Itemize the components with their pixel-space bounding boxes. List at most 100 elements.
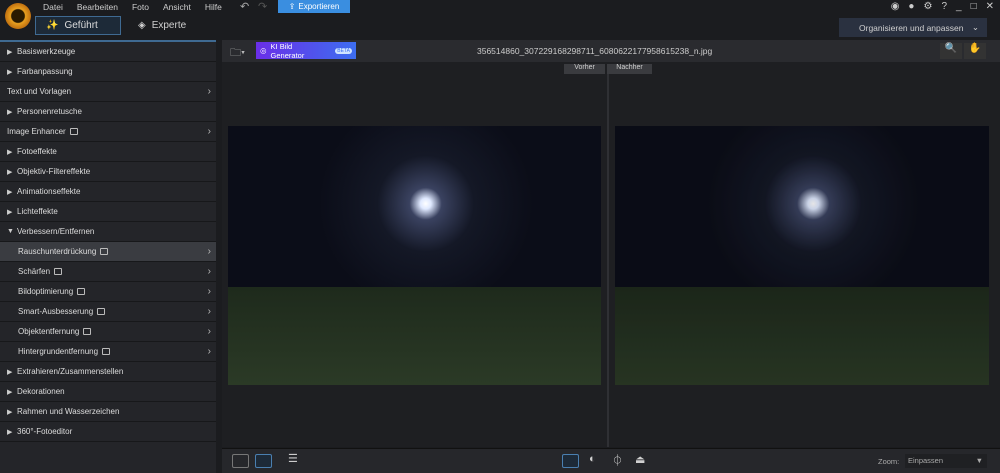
sidebar-item-label: Basiswerkzeuge [17,47,76,56]
expand-triangle-icon: ▶ [7,408,13,416]
sidebar-item-label: Animationseffekte [17,187,81,196]
expand-triangle-icon: ▶ [7,168,13,176]
sidebar-item-label: Dekorationen [17,387,65,396]
single-view-icon[interactable] [232,454,249,468]
sidebar-item-label: Rahmen und Wasserzeichen [17,407,120,416]
folder-icon[interactable]: 🗀▾ [230,44,245,63]
after-photo [615,126,989,385]
app-logo [5,3,31,29]
sidebar-item[interactable]: Image Enhancer › [0,122,216,142]
sidebar-item[interactable]: ▶ Farbanpassung [0,62,216,82]
chevron-right-icon: › [207,346,211,357]
sidebar-item-label: Image Enhancer [7,127,66,136]
expand-triangle-icon: ▶ [7,388,13,396]
compare-top-icon[interactable]: ⏏ [635,453,645,466]
split-horizontal-icon[interactable]: ⏀ [612,452,623,468]
menu-foto[interactable]: Foto [132,2,149,12]
mode-expert-tab[interactable]: ◈ Experte [128,16,196,35]
sidebar-item[interactable]: Text und Vorlagen › [0,82,216,102]
sidebar-item-label: Schärfen [18,267,51,276]
chevron-right-icon: › [207,326,211,337]
editor-toolbar: 🗀▾ ◎ KI Bild Generator BETA 356514860_3072… [222,40,1000,62]
sidebar-item[interactable]: ▶ Animationseffekte [0,182,216,202]
ai-feature-icon [54,268,63,275]
menu-ansicht[interactable]: Ansicht [163,2,191,12]
sidebar-item[interactable]: ▶ Fotoeffekte [0,142,216,162]
ai-feature-icon [83,328,92,335]
organize-dropdown[interactable]: Organisieren und anpassen ⌄ [839,18,987,37]
sidebar-item-label: Lichteffekte [17,207,58,216]
account-icon[interactable]: ◉ [891,1,900,12]
sidebar-item[interactable]: Smart-Ausbesserung › [0,302,216,322]
search-zoom-icon[interactable]: 🔍 [940,43,962,59]
profile-icon[interactable]: ● [908,1,914,12]
sidebar-item[interactable]: ▶ Basiswerkzeuge [0,42,216,62]
sidebar-item[interactable]: ▶ Personenretusche [0,102,216,122]
expand-triangle-icon: ▶ [7,368,13,376]
sidebar-item-label: Objektentfernung [18,327,80,336]
split-divider[interactable] [607,74,609,447]
collapse-triangle-icon: ▼ [7,228,14,235]
minimize-icon[interactable]: _ [956,1,962,12]
sidebar-item[interactable]: ▶ Dekorationen [0,382,216,402]
sidebar-item-label: Text und Vorlagen [7,87,72,96]
sidebar-item-label: Fotoeffekte [17,147,57,156]
dropdown-arrow-icon: ▼ [975,456,983,465]
ai-feature-icon [100,248,109,255]
ai-feature-icon [77,288,86,295]
ai-feature-icon [97,308,106,315]
sidebar-item[interactable]: ▶ 360°-Fotoeditor [0,422,216,442]
sidebar-item-label: Smart-Ausbesserung [18,307,94,316]
sidebar-item-label: Hintergrundentfernung [18,347,99,356]
contrast-icon[interactable]: ◐ [589,453,596,465]
zoom-label: Zoom: [878,457,900,466]
zoom-select[interactable]: Einpassen ▼ [905,454,987,468]
sidebar-item-label: Objektiv-Filtereffekte [17,167,91,176]
layers-icon: ◈ [138,20,146,31]
sidebar-item-label: Farbanpassung [17,67,73,76]
expand-triangle-icon: ▶ [7,188,13,196]
beta-badge: BETA [335,47,352,54]
chevron-right-icon: › [207,306,211,317]
menu-datei[interactable]: Datei [43,2,63,12]
expand-triangle-icon: ▶ [7,208,13,216]
export-button[interactable]: ⇪ Exportieren [278,0,350,13]
split-view-icon[interactable] [255,454,272,468]
after-label: Nachher [607,64,652,74]
sidebar-item[interactable]: Objektentfernung › [0,322,216,342]
close-icon[interactable]: ✕ [986,1,994,12]
sidebar-item[interactable]: ▶ Extrahieren/Zusammenstellen [0,362,216,382]
sidebar-item-label: Extrahieren/Zusammenstellen [17,367,124,376]
expand-triangle-icon: ▶ [7,68,13,76]
hand-pan-icon[interactable]: ✋ [964,43,986,59]
expand-triangle-icon: ▶ [7,428,13,436]
sidebar-item[interactable]: Hintergrundentfernung › [0,342,216,362]
expand-triangle-icon: ▶ [7,48,13,56]
file-name: 356514860_307229168298711_60806221779586… [477,46,713,56]
help-icon[interactable]: ? [941,1,947,12]
before-photo [228,126,601,385]
sidebar-item[interactable]: Schärfen › [0,262,216,282]
compare-split-icon[interactable] [562,454,579,468]
maximize-icon[interactable]: □ [971,1,977,12]
mode-guided-tab[interactable]: ✨ Geführt [35,16,121,35]
layout-options-icon[interactable]: ☰ [288,452,298,465]
redo-icon[interactable]: ↷ [258,0,267,13]
sidebar-item-label: Verbessern/Entfernen [17,227,95,236]
ai-image-generator-button[interactable]: ◎ KI Bild Generator BETA [256,42,356,60]
sidebar-item[interactable]: ▼ Verbessern/Entfernen [0,222,216,242]
undo-icon[interactable]: ↶ [240,0,249,13]
gear-icon[interactable]: ⚙ [923,1,932,12]
bottom-toolbar: ☰ ◐ ⏀ ⏏ Zoom: Einpassen ▼ [222,448,1000,473]
sidebar-item[interactable]: ▶ Objektiv-Filtereffekte [0,162,216,182]
ai-feature-icon [102,348,111,355]
magic-wand-icon: ✨ [46,20,59,31]
sidebar-item[interactable]: Rauschunterdrückung › [0,242,216,262]
sidebar-item[interactable]: Bildoptimierung › [0,282,216,302]
image-icon: ◎ [260,46,267,55]
menu-bearbeiten[interactable]: Bearbeiten [77,2,118,12]
expand-triangle-icon: ▶ [7,148,13,156]
sidebar-item[interactable]: ▶ Rahmen und Wasserzeichen [0,402,216,422]
sidebar-item[interactable]: ▶ Lichteffekte [0,202,216,222]
menu-hilfe[interactable]: Hilfe [205,2,222,12]
